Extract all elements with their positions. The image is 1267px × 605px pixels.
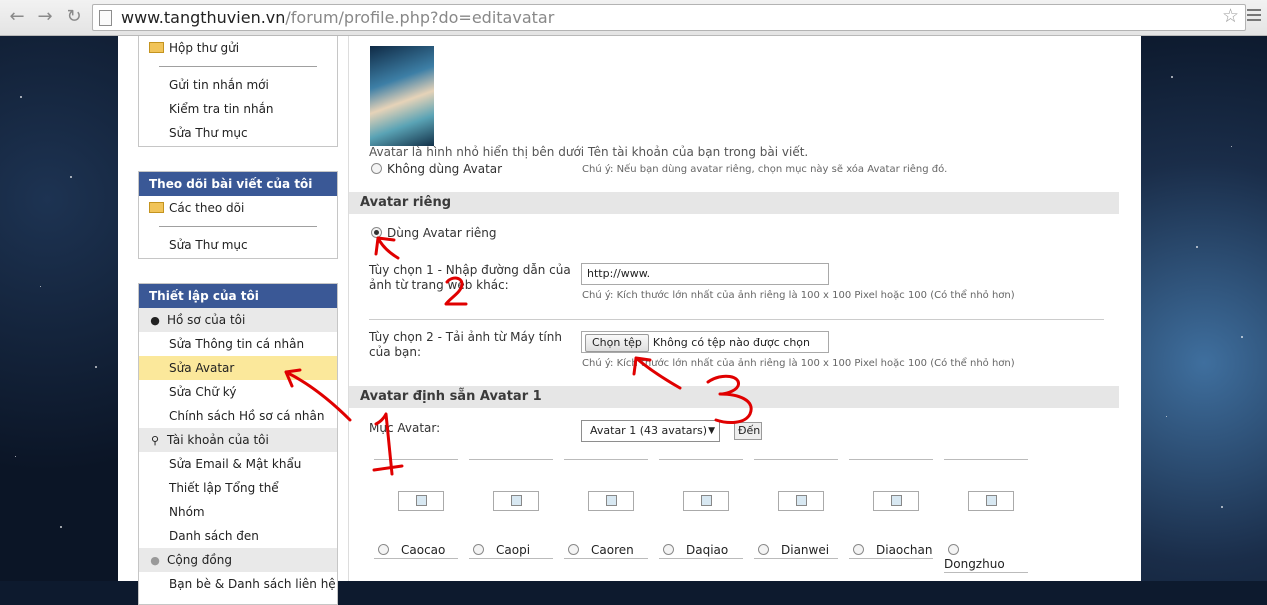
preset-avatar-tile[interactable]: Caoren <box>564 459 648 559</box>
subscriptions-box: Theo dõi bài viết của tôi Các theo dõi S… <box>138 171 338 259</box>
sidebar-item-edit-signature[interactable]: Sửa Chữ ký <box>139 380 337 404</box>
preset-avatar-header: Avatar định sẵn Avatar 1 <box>349 386 1119 408</box>
avatar-url-input[interactable]: http://www. <box>581 263 829 285</box>
avatar-thumbnail[interactable] <box>968 491 1014 511</box>
avatar-thumbnail[interactable] <box>493 491 539 511</box>
avatar-category-select[interactable]: Avatar 1 (43 avatars) ▼ <box>581 420 720 442</box>
edit-avatar-form: Avatar là hình nhỏ hiển thị bên dưới Tên… <box>348 36 1119 581</box>
file-upload-field[interactable]: Chọn tệp Không có tệp nào được chọn <box>581 331 829 353</box>
address-bar[interactable]: www.tangthuvien.vn/forum/profile.php?do=… <box>92 4 1246 31</box>
account-category: ⚲ Tài khoản của tôi <box>139 428 337 452</box>
avatar-radio[interactable] <box>948 544 959 555</box>
hamburger-menu-icon[interactable] <box>1247 9 1261 24</box>
preset-avatar-tile[interactable]: Caopi <box>469 459 553 559</box>
avatar-thumbnail[interactable] <box>683 491 729 511</box>
page-icon <box>99 10 112 26</box>
browser-toolbar: ← → ↻ www.tangthuvien.vn/forum/profile.p… <box>0 0 1267 36</box>
avatar-thumbnail[interactable] <box>588 491 634 511</box>
sidebar-item-subscriptions[interactable]: Các theo dõi <box>139 196 337 220</box>
avatar-radio[interactable] <box>758 544 769 555</box>
divider <box>369 319 1104 320</box>
back-arrow-icon[interactable]: ← <box>6 6 28 28</box>
avatar-radio[interactable] <box>853 544 864 555</box>
community-category: ● Cộng đồng <box>139 548 337 572</box>
choose-file-button[interactable]: Chọn tệp <box>585 334 649 352</box>
option1-label: Tùy chọn 1 - Nhập đường dẫn của ảnh từ t… <box>369 263 571 292</box>
star-icon[interactable]: ☆ <box>1222 5 1239 27</box>
forward-arrow-icon[interactable]: → <box>34 6 56 28</box>
sidebar-item-edit-subscription-folders[interactable]: Sửa Thư mục <box>139 233 337 257</box>
go-button[interactable]: Đến <box>734 422 762 440</box>
preset-avatar-tile[interactable]: Caocao <box>374 459 458 559</box>
user-icon: ● <box>150 314 160 327</box>
sidebar-item-general-settings[interactable]: Thiết lập Tổng thể <box>139 476 337 500</box>
option2-label: Tùy chọn 2 - Tải ảnh từ Máy tính của bạn… <box>369 330 562 359</box>
wrench-icon: ⚲ <box>150 434 160 447</box>
sidebar-item-ignore-list[interactable]: Danh sách đen <box>139 524 337 548</box>
use-custom-avatar-radio[interactable] <box>371 227 382 238</box>
people-icon: ● <box>150 554 160 567</box>
sidebar-item-edit-email-password[interactable]: Sửa Email & Mật khẩu <box>139 452 337 476</box>
preset-avatar-tile[interactable]: Daqiao <box>659 459 743 559</box>
sidebar-item-profile-privacy[interactable]: Chính sách Hồ sơ cá nhân <box>139 404 337 428</box>
sidebar-item-new-message[interactable]: Gửi tin nhắn mới <box>139 73 337 97</box>
avatar-radio[interactable] <box>663 544 674 555</box>
preset-avatar-tile[interactable]: Dongzhuo <box>944 459 1028 573</box>
background-left <box>0 36 118 581</box>
page-content: Hộp thư gửi Gửi tin nhắn mới Kiểm tra ti… <box>118 36 1141 605</box>
use-custom-avatar-option[interactable]: Dùng Avatar riêng <box>371 226 497 240</box>
sidebar-item-friends-contacts[interactable]: Bạn bè & Danh sách liên hệ <box>139 572 337 596</box>
avatar-radio[interactable] <box>568 544 579 555</box>
sidebar-item-sent-folder[interactable]: Hộp thư gửi <box>139 36 337 60</box>
preset-avatar-tile[interactable]: Diaochan <box>849 459 933 559</box>
settings-box: Thiết lập của tôi ● Hồ sơ của tôi Sửa Thô… <box>138 283 338 605</box>
url-text[interactable]: www.tangthuvien.vn/forum/profile.php?do=… <box>121 8 554 27</box>
reload-icon[interactable]: ↻ <box>63 6 85 28</box>
no-avatar-option[interactable]: Không dùng Avatar <box>371 162 502 176</box>
dropdown-arrow-icon: ▼ <box>708 426 715 436</box>
subscriptions-title: Theo dõi bài viết của tôi <box>139 172 337 196</box>
no-avatar-radio[interactable] <box>371 163 382 174</box>
avatar-radio[interactable] <box>473 544 484 555</box>
profile-category: ● Hồ sơ của tôi <box>139 308 337 332</box>
folder-icon <box>149 202 164 213</box>
avatar-thumbnail[interactable] <box>398 491 444 511</box>
preset-avatar-tile[interactable]: Dianwei <box>754 459 838 559</box>
avatar-category-label: Mục Avatar: <box>369 421 441 435</box>
background-right <box>1141 36 1267 581</box>
folder-icon <box>149 42 164 53</box>
no-avatar-note: Chú ý: Nếu bạn dùng avatar riêng, chọn m… <box>582 164 948 175</box>
sidebar-item-check-messages[interactable]: Kiểm tra tin nhắn <box>139 97 337 121</box>
current-avatar-image <box>370 46 434 146</box>
option1-note: Chú ý: Kích thước lớn nhất của ảnh riêng… <box>582 290 1015 301</box>
messages-box: Hộp thư gửi Gửi tin nhắn mới Kiểm tra ti… <box>138 36 338 147</box>
separator <box>159 226 317 227</box>
no-file-chosen-text: Không có tệp nào được chọn <box>652 336 811 349</box>
sidebar-item-edit-avatar[interactable]: Sửa Avatar <box>139 356 337 380</box>
sidebar-item-edit-profile[interactable]: Sửa Thông tin cá nhân <box>139 332 337 356</box>
settings-title: Thiết lập của tôi <box>139 284 337 308</box>
avatar-radio[interactable] <box>378 544 389 555</box>
avatar-description: Avatar là hình nhỏ hiển thị bên dưới Tên… <box>369 145 809 159</box>
avatar-thumbnail[interactable] <box>873 491 919 511</box>
separator <box>159 66 317 67</box>
custom-avatar-header: Avatar riêng <box>349 192 1119 214</box>
sidebar-item-edit-folders[interactable]: Sửa Thư mục <box>139 121 337 145</box>
option2-note: Chú ý: Kích thước lớn nhất của ảnh riêng… <box>582 358 1015 369</box>
user-cp-sidebar: Hộp thư gửi Gửi tin nhắn mới Kiểm tra ti… <box>138 36 338 605</box>
sidebar-item-groups[interactable]: Nhóm <box>139 500 337 524</box>
avatar-thumbnail[interactable] <box>778 491 824 511</box>
